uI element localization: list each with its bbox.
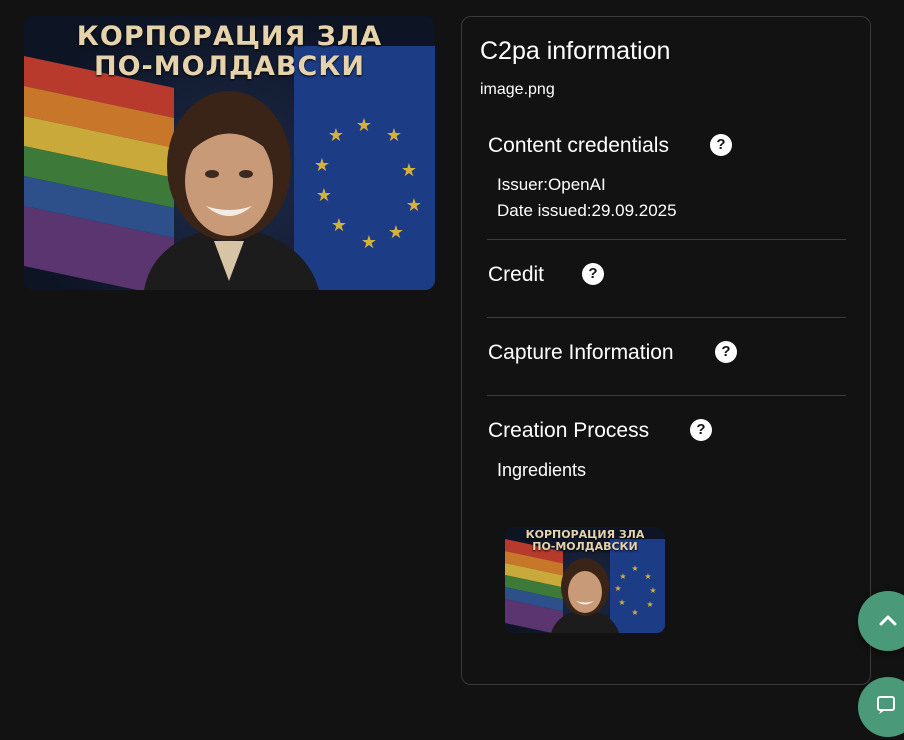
poster-caption: КОРПОРАЦИЯ ЗЛА ПО-МОЛДАВСКИ <box>24 22 435 82</box>
question-circle-icon[interactable]: ? <box>690 419 712 441</box>
ingredient-thumbnail[interactable]: ★ ★ ★ ★ ★ ★ ★ ★ КОРПОРАЦИЯ ЗЛА ПО-МОЛДАВСКИ <box>505 527 665 633</box>
date-issued-text: Date issued:29.09.2025 <box>497 201 677 220</box>
svg-text:★: ★ <box>614 584 621 593</box>
svg-text:★: ★ <box>644 572 651 581</box>
issuer-text: Issuer:OpenAI <box>497 175 606 194</box>
question-circle-icon[interactable]: ? <box>582 263 604 285</box>
panel-title: C2pa information <box>480 37 671 65</box>
question-circle-icon[interactable]: ? <box>715 341 737 363</box>
section-title-content-credentials: Content credentials <box>488 134 669 157</box>
poster-caption-line-2: ПО-МОЛДАВСКИ <box>93 51 365 82</box>
rainbow-flag <box>24 56 174 290</box>
svg-text:★: ★ <box>388 222 404 242</box>
svg-text:★: ★ <box>316 185 332 205</box>
svg-text:★: ★ <box>618 598 625 607</box>
chat-icon <box>877 696 895 714</box>
question-circle-icon[interactable]: ? <box>710 134 732 156</box>
svg-text:★: ★ <box>649 586 656 595</box>
poster-caption-line-1: КОРПОРАЦИЯ ЗЛА <box>76 21 383 52</box>
svg-text:★: ★ <box>356 115 372 135</box>
svg-text:★: ★ <box>631 608 638 617</box>
thumbnail-caption-line-2: ПО-МОЛДАВСКИ <box>532 540 638 553</box>
svg-text:★: ★ <box>328 125 344 145</box>
thumbnail-caption: КОРПОРАЦИЯ ЗЛА ПО-МОЛДАВСКИ <box>505 529 665 553</box>
divider <box>487 395 846 396</box>
divider <box>487 239 846 240</box>
section-title-credit: Credit <box>488 263 545 286</box>
svg-text:★: ★ <box>646 600 653 609</box>
image-preview: ★ ★ ★ ★ ★ ★ ★ ★ ★ ★ КОРПОРАЦИЯ ЗЛА ПО-МО… <box>24 16 435 290</box>
svg-text:★: ★ <box>619 572 626 581</box>
svg-text:★: ★ <box>631 564 638 573</box>
ingredients-label: Ingredients <box>497 460 587 480</box>
file-name: image.png <box>480 81 555 98</box>
svg-text:★: ★ <box>386 125 402 145</box>
chevron-up-icon <box>879 615 897 626</box>
divider <box>487 317 846 318</box>
section-title-creation-process: Creation Process <box>488 419 650 442</box>
scroll-to-top-button[interactable] <box>858 591 904 651</box>
section-title-capture-information: Capture Information <box>488 341 674 364</box>
svg-text:★: ★ <box>401 160 417 180</box>
svg-text:★: ★ <box>331 215 347 235</box>
svg-text:★: ★ <box>406 195 422 215</box>
svg-text:★: ★ <box>314 155 330 175</box>
chat-button[interactable] <box>858 677 904 737</box>
svg-text:★: ★ <box>361 232 377 252</box>
